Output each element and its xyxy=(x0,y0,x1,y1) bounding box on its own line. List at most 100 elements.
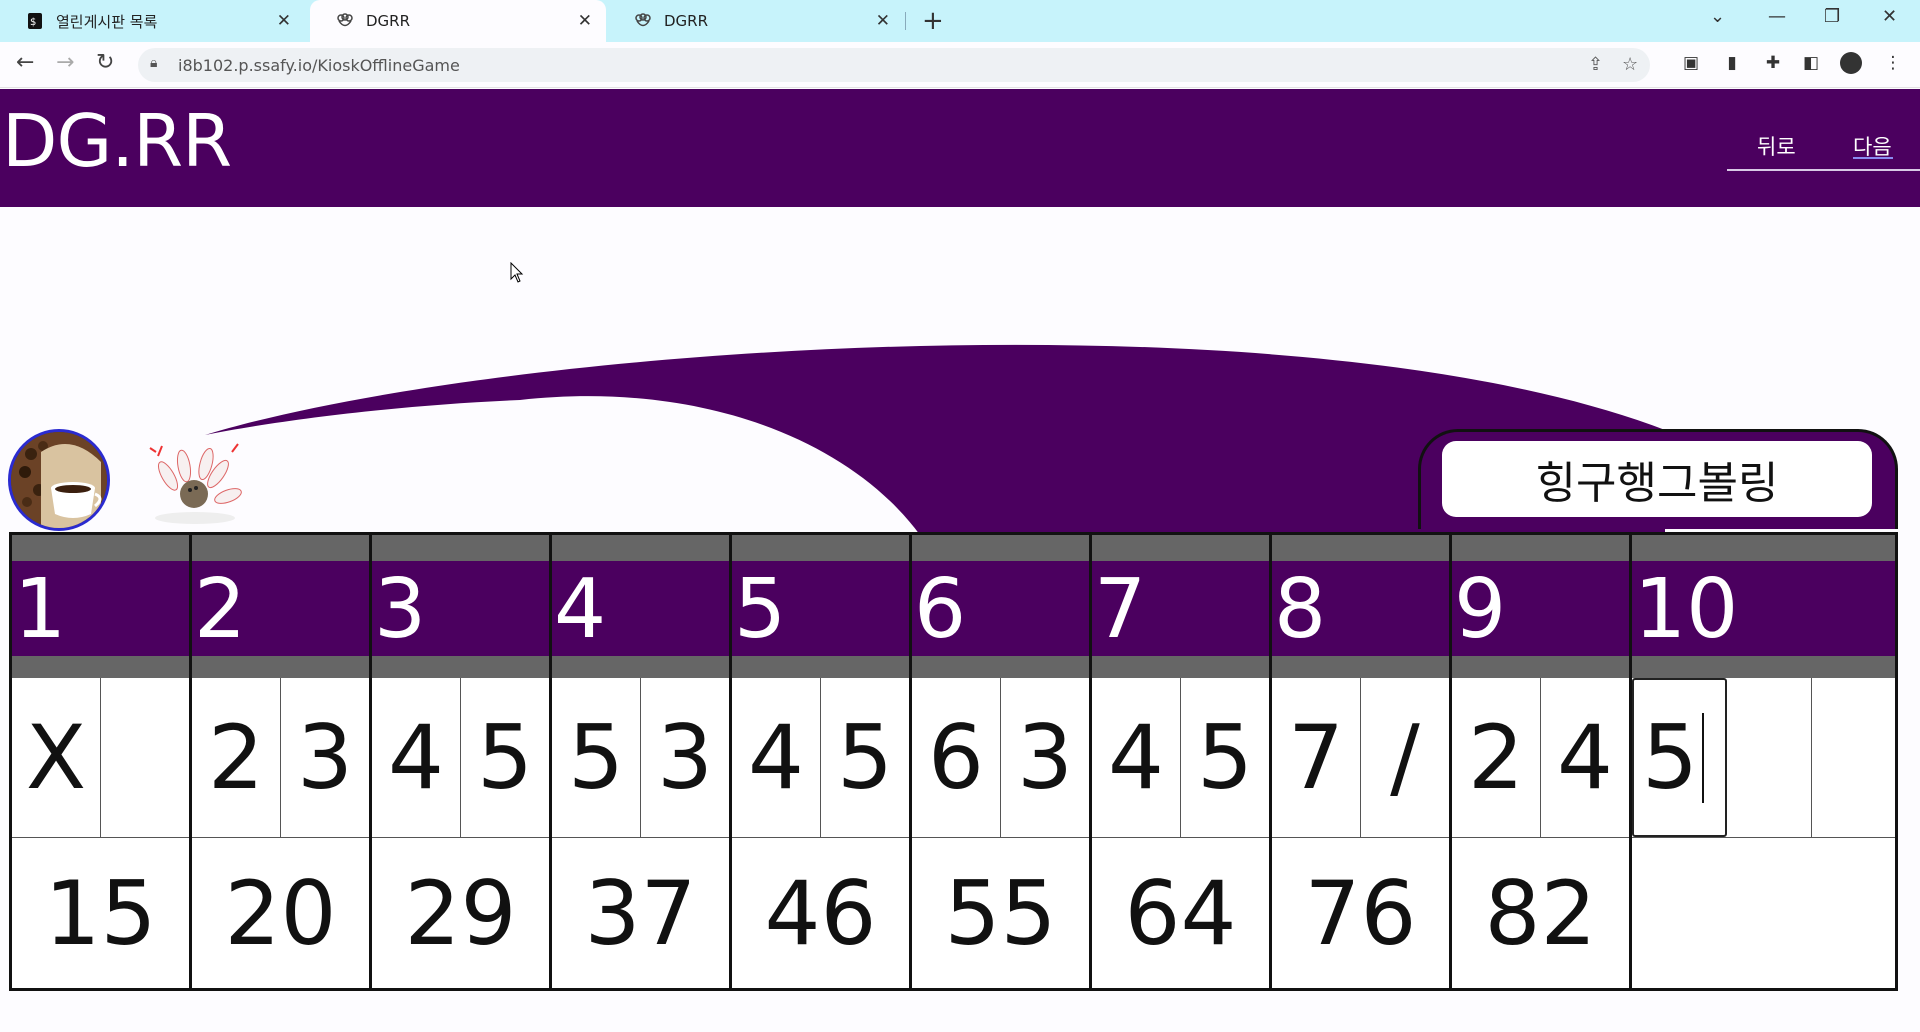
browser-tab-3[interactable]: DGRR ✕ xyxy=(608,0,904,42)
browser-tab-bar: $ 열린게시판 목록 ✕ DGRR ✕ DGRR ✕ + ⌄ — ❐ ✕ xyxy=(0,0,1920,42)
frame-number: 6 xyxy=(914,562,967,657)
tab-title: DGRR xyxy=(664,12,709,30)
frame-2: 2 2 3 20 xyxy=(192,535,372,988)
frame-header: 3 xyxy=(372,535,549,678)
frame-rolls: 45 xyxy=(372,678,549,838)
roll-cell: 6 xyxy=(912,678,1001,837)
frame-rolls: 53 xyxy=(552,678,729,838)
frame-number: 7 xyxy=(1094,562,1147,657)
puzzle-icon[interactable]: ✚ xyxy=(1762,52,1784,74)
back-arrow-icon[interactable]: ← xyxy=(16,50,34,75)
menu-dots-icon[interactable]: ⋮ xyxy=(1882,52,1904,74)
frame-header: 10 xyxy=(1632,535,1895,678)
frame-1: 1 X 15 xyxy=(12,535,192,988)
tab-title: 열린게시판 목록 xyxy=(56,12,158,31)
frame-rolls: 45 xyxy=(732,678,909,838)
bookmark-icon: $ xyxy=(26,12,44,30)
roll-cell: 4 xyxy=(1092,678,1181,837)
scoreboard: 1 X 15 2 2 3 20 3 4 5 29 4 5 3 37 5 4 5 46 6 6 3 55 7 4 5 64 8 7/76 9… xyxy=(9,532,1898,991)
frame-5: 5 4 5 46 xyxy=(732,535,912,988)
frame-4: 4 5 3 37 xyxy=(552,535,732,988)
roll-cell xyxy=(1727,678,1812,837)
frame-total xyxy=(1632,838,1895,988)
frame-header: 2 xyxy=(192,535,369,678)
frame-header: 6 xyxy=(912,535,1089,678)
frame-9: 9 2 4 82 xyxy=(1452,535,1632,988)
roll-cell: 3 xyxy=(657,706,713,809)
close-icon[interactable]: ✕ xyxy=(578,11,592,31)
app-header: DG.RR 뒤로 다음 xyxy=(0,89,1920,207)
reload-icon[interactable]: ↻ xyxy=(96,50,114,75)
profile-avatar[interactable] xyxy=(1840,52,1862,74)
roll-cell xyxy=(101,678,189,837)
roll-cell: 5 xyxy=(1197,706,1253,809)
frame-header: 1 xyxy=(12,535,189,678)
next-underline xyxy=(1853,157,1893,159)
minimize-icon[interactable]: — xyxy=(1768,6,1786,27)
new-tab-icon[interactable]: + xyxy=(922,6,944,36)
tab-title: DGRR xyxy=(366,12,411,30)
roll-cell: 5 xyxy=(837,706,893,809)
frame-rolls: 63 xyxy=(912,678,1089,838)
roll-cell: 7 xyxy=(1272,678,1361,837)
frame-8: 8 7/76 xyxy=(1272,535,1452,988)
roll-cell: 2 xyxy=(192,678,281,837)
roll-cell: / xyxy=(1390,706,1420,809)
frame-header: 5 xyxy=(732,535,909,678)
url-text: i8b102.p.ssafy.io/KioskOfflineGame xyxy=(178,56,460,75)
pins-favicon xyxy=(634,12,652,30)
nav-underline xyxy=(1727,169,1920,171)
svg-text:$: $ xyxy=(30,17,36,28)
roll-cell: 5 xyxy=(552,678,641,837)
share-icon[interactable]: ⇪ xyxy=(1588,54,1603,75)
close-window-icon[interactable]: ✕ xyxy=(1882,6,1897,27)
frame-number: 5 xyxy=(734,562,787,657)
roll-input[interactable]: 5 xyxy=(1632,678,1728,837)
frame-3: 3 4 5 29 xyxy=(372,535,552,988)
roll-cell xyxy=(1812,678,1895,837)
player-name: 힝구행그볼링 xyxy=(1442,441,1872,517)
frame-total: 20 xyxy=(224,861,337,965)
frame-header: 4 xyxy=(552,535,729,678)
extension-icon[interactable]: ▣ xyxy=(1680,52,1702,74)
roll-cell: 4 xyxy=(732,678,821,837)
mouse-cursor-icon xyxy=(510,262,524,283)
back-button[interactable]: 뒤로 xyxy=(1757,131,1796,161)
frame-number: 2 xyxy=(194,562,247,657)
side-panel-icon[interactable]: ◧ xyxy=(1800,52,1822,74)
frame-number: 4 xyxy=(554,562,607,657)
close-icon[interactable]: ✕ xyxy=(277,11,291,31)
forward-arrow-icon[interactable]: → xyxy=(56,50,74,75)
tab-search-icon[interactable]: ⌄ xyxy=(1710,6,1725,27)
tab-separator xyxy=(905,12,906,30)
browser-tab-2[interactable]: DGRR ✕ xyxy=(310,0,606,42)
roll-cell: 5 xyxy=(477,706,533,809)
player-avatar xyxy=(8,429,110,531)
extension-icon[interactable]: ▮ xyxy=(1721,52,1743,74)
browser-tab-1[interactable]: $ 열린게시판 목록 ✕ xyxy=(0,0,305,42)
frame-total: 76 xyxy=(1304,861,1417,965)
frame-number: 1 xyxy=(14,562,67,657)
restore-icon[interactable]: ❐ xyxy=(1824,6,1840,27)
frame-total: 37 xyxy=(584,861,697,965)
frame-rolls: 5 xyxy=(1632,678,1895,838)
roll-cell: X xyxy=(12,678,101,837)
star-icon[interactable]: ☆ xyxy=(1622,54,1638,75)
frame-total: 55 xyxy=(944,861,1057,965)
roll-cell: 4 xyxy=(372,678,461,837)
frame-number: 10 xyxy=(1634,562,1739,657)
close-icon[interactable]: ✕ xyxy=(876,11,890,31)
frame-rolls: 7/ xyxy=(1272,678,1449,838)
pins-favicon xyxy=(336,12,354,30)
frame-rolls: 45 xyxy=(1092,678,1269,838)
frame-number: 8 xyxy=(1274,562,1327,657)
roll-cell: 3 xyxy=(297,706,353,809)
frame-total: 82 xyxy=(1484,861,1597,965)
roll-cell: 3 xyxy=(1017,706,1073,809)
frame-total: 46 xyxy=(764,861,877,965)
roll-cell: 2 xyxy=(1452,678,1541,837)
frame-header: 9 xyxy=(1452,535,1629,678)
frame-number: 3 xyxy=(374,562,427,657)
url-input[interactable]: 🔒︎ i8b102.p.ssafy.io/KioskOfflineGame ⇪ … xyxy=(138,48,1650,82)
frame-10: 10 5 xyxy=(1632,535,1895,988)
